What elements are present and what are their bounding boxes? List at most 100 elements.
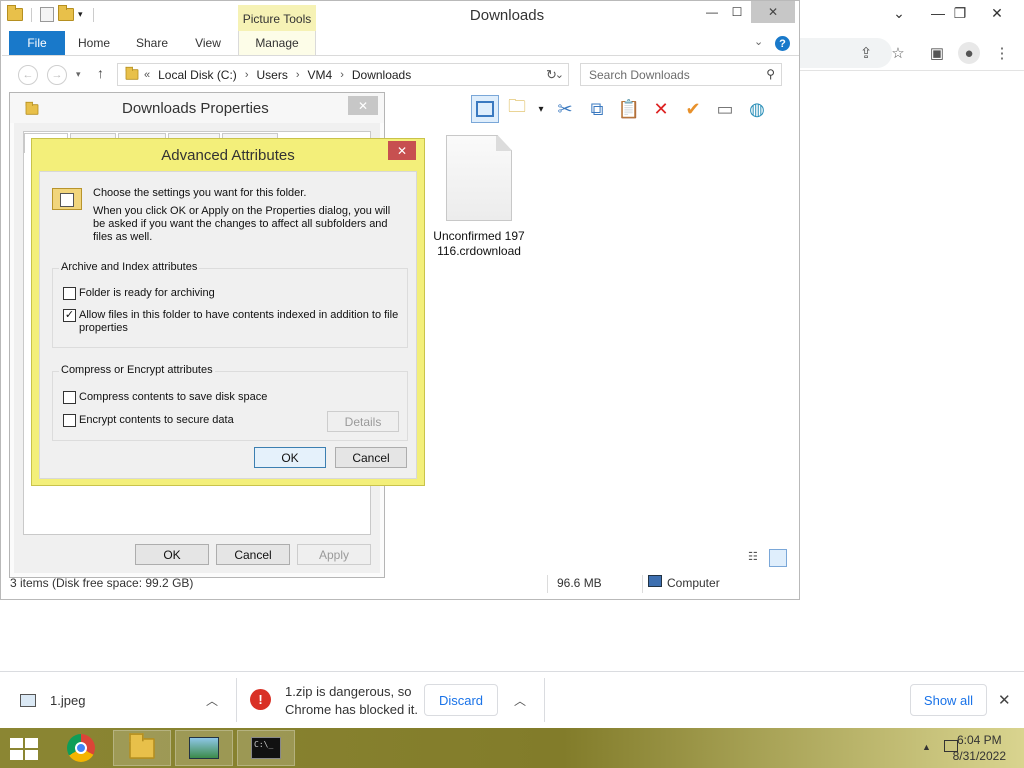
chevron-right-icon[interactable]: › [241,69,253,81]
chrome-taskbar-icon[interactable] [52,730,110,766]
dialog-title: Downloads Properties [122,100,269,117]
chevron-up-icon[interactable]: ︿ [203,691,221,709]
details-view-icon[interactable]: ☷ [748,550,764,564]
tab-file[interactable]: File [9,31,65,55]
large-icons-view-icon[interactable] [769,549,787,567]
explorer-toolbar: 🗀 ▾ ✂ ⧉ 📋 ✕ ✔ ▭ ◍ [471,93,789,125]
back-button[interactable]: ← [18,65,38,85]
preview-pane-icon[interactable] [471,95,499,123]
discard-button[interactable]: Discard [424,684,498,716]
compress-checkbox[interactable] [63,391,76,404]
breadcrumb-users[interactable]: Users [252,68,291,82]
chevron-right-icon[interactable]: › [292,69,304,81]
side-panel-icon[interactable]: ▣ [926,42,948,64]
explorer-titlebar: ▾ Picture Tools Downloads — ☐ ✕ [1,1,799,32]
star-icon[interactable]: ☆ [887,42,909,64]
encrypt-checkbox-row[interactable]: Encrypt contents to secure data [63,414,234,427]
compress-checkbox-row[interactable]: Compress contents to save disk space [63,391,267,404]
paste-icon[interactable]: 📋 [615,95,643,123]
explorer-taskbar-icon[interactable] [113,730,171,766]
intro-detail-text: When you click OK or Apply on the Proper… [93,205,391,243]
checkbox-label: Allow files in this folder to have conte… [79,309,399,334]
ok-button[interactable]: OK [254,447,326,468]
tab-view[interactable]: View [186,31,230,55]
breadcrumb-overflow[interactable]: « [140,69,154,81]
advanced-attributes-dialog: Advanced Attributes ✕ Choose the setting… [31,138,425,486]
close-icon[interactable]: ✕ [998,691,1011,709]
clock-date: 8/31/2022 [952,749,1006,763]
globe-icon[interactable]: ◍ [743,95,771,123]
refresh-icon[interactable]: ↻ [546,67,557,83]
cut-icon[interactable]: ✂ [551,95,579,123]
forward-button[interactable]: → [47,65,67,85]
cancel-button[interactable]: Cancel [216,544,290,565]
rename-icon[interactable]: ▭ [711,95,739,123]
start-button[interactable] [10,738,38,760]
checkmark-icon[interactable]: ✔ [679,95,707,123]
folder-properties-icon [52,188,82,210]
folder-icon [129,732,155,759]
tab-manage[interactable]: Manage [238,31,316,55]
clock[interactable]: 6:04 PM 8/31/2022 [953,732,1006,764]
chevron-right-icon[interactable]: › [336,69,348,81]
file-name: Unconfirmed 197116.crdownload [433,229,525,258]
dropdown-icon[interactable]: ▾ [535,95,547,123]
breadcrumb-downloads[interactable]: Downloads [348,68,415,82]
move-to-folder-icon[interactable]: 🗀 [503,95,531,123]
chevron-down-icon[interactable]: ⌄ [880,0,918,26]
close-icon[interactable]: ✕ [388,141,416,160]
compress-encrypt-group: Compress or Encrypt attributes Compress … [52,364,408,441]
window-title: Downloads [469,7,545,24]
file-item[interactable]: Unconfirmed 197116.crdownload [431,135,527,259]
breadcrumb-vm4[interactable]: VM4 [304,68,337,82]
encrypt-checkbox[interactable] [63,414,76,427]
show-all-button[interactable]: Show all [910,684,987,716]
chrome-omnibox[interactable] [800,38,892,68]
index-checkbox-row[interactable]: ✓ Allow files in this folder to have con… [63,309,403,335]
help-icon[interactable]: ? [775,36,790,51]
search-box[interactable]: ⚲ [580,63,782,86]
checkbox-label: Folder is ready for archiving [79,287,215,299]
close-icon[interactable]: ✕ [751,1,795,23]
search-input[interactable] [581,64,751,85]
search-icon[interactable]: ⚲ [766,67,775,81]
minimize-icon[interactable]: — [701,1,723,23]
advanced-titlebar: Advanced Attributes ✕ [32,139,424,169]
ribbon-expand-icon[interactable]: ⌄ [754,35,763,48]
photos-taskbar-icon[interactable] [175,730,233,766]
address-bar[interactable]: « Local Disk (C:) › Users › VM4 › Downlo… [117,63,569,86]
breadcrumb-local-disk[interactable]: Local Disk (C:) [154,68,241,82]
ok-button[interactable]: OK [135,544,209,565]
delete-icon[interactable]: ✕ [647,95,675,123]
folder-icon [125,66,139,80]
group-label: Archive and Index attributes [59,261,200,273]
recent-locations-icon[interactable]: ▾ [76,69,81,80]
tab-share[interactable]: Share [129,31,175,55]
status-size: 96.6 MB [557,576,602,590]
cmd-taskbar-icon[interactable]: C:\_ [237,730,295,766]
separator [236,678,237,722]
close-icon[interactable]: ✕ [978,0,1016,26]
menu-kebab-icon[interactable]: ⋮ [991,42,1013,64]
new-folder-icon[interactable] [58,5,74,21]
download-item-image[interactable]: 1.jpeg [20,672,85,728]
properties-titlebar: Downloads Properties ✕ [10,93,384,123]
restore-icon[interactable]: ❐ [941,0,979,26]
up-arrow-icon[interactable]: ↑ [97,65,104,81]
share-icon[interactable]: ⇪ [855,42,877,64]
apply-button[interactable]: Apply [297,544,371,565]
maximize-icon[interactable]: ☐ [726,1,748,23]
tab-home[interactable]: Home [72,31,116,55]
properties-icon[interactable] [40,7,54,22]
qat-dropdown-icon[interactable]: ▾ [78,9,83,20]
index-checkbox[interactable]: ✓ [63,309,76,322]
archiving-checkbox-row[interactable]: Folder is ready for archiving [63,287,215,300]
tray-expand-icon[interactable]: ▲ [922,742,931,752]
chevron-up-icon[interactable]: ︿ [511,691,529,709]
details-button[interactable]: Details [327,411,399,432]
cancel-button[interactable]: Cancel [335,447,407,468]
archiving-checkbox[interactable] [63,287,76,300]
profile-avatar[interactable]: ● [958,42,980,64]
copy-icon[interactable]: ⧉ [583,95,611,123]
close-icon[interactable]: ✕ [348,96,378,115]
